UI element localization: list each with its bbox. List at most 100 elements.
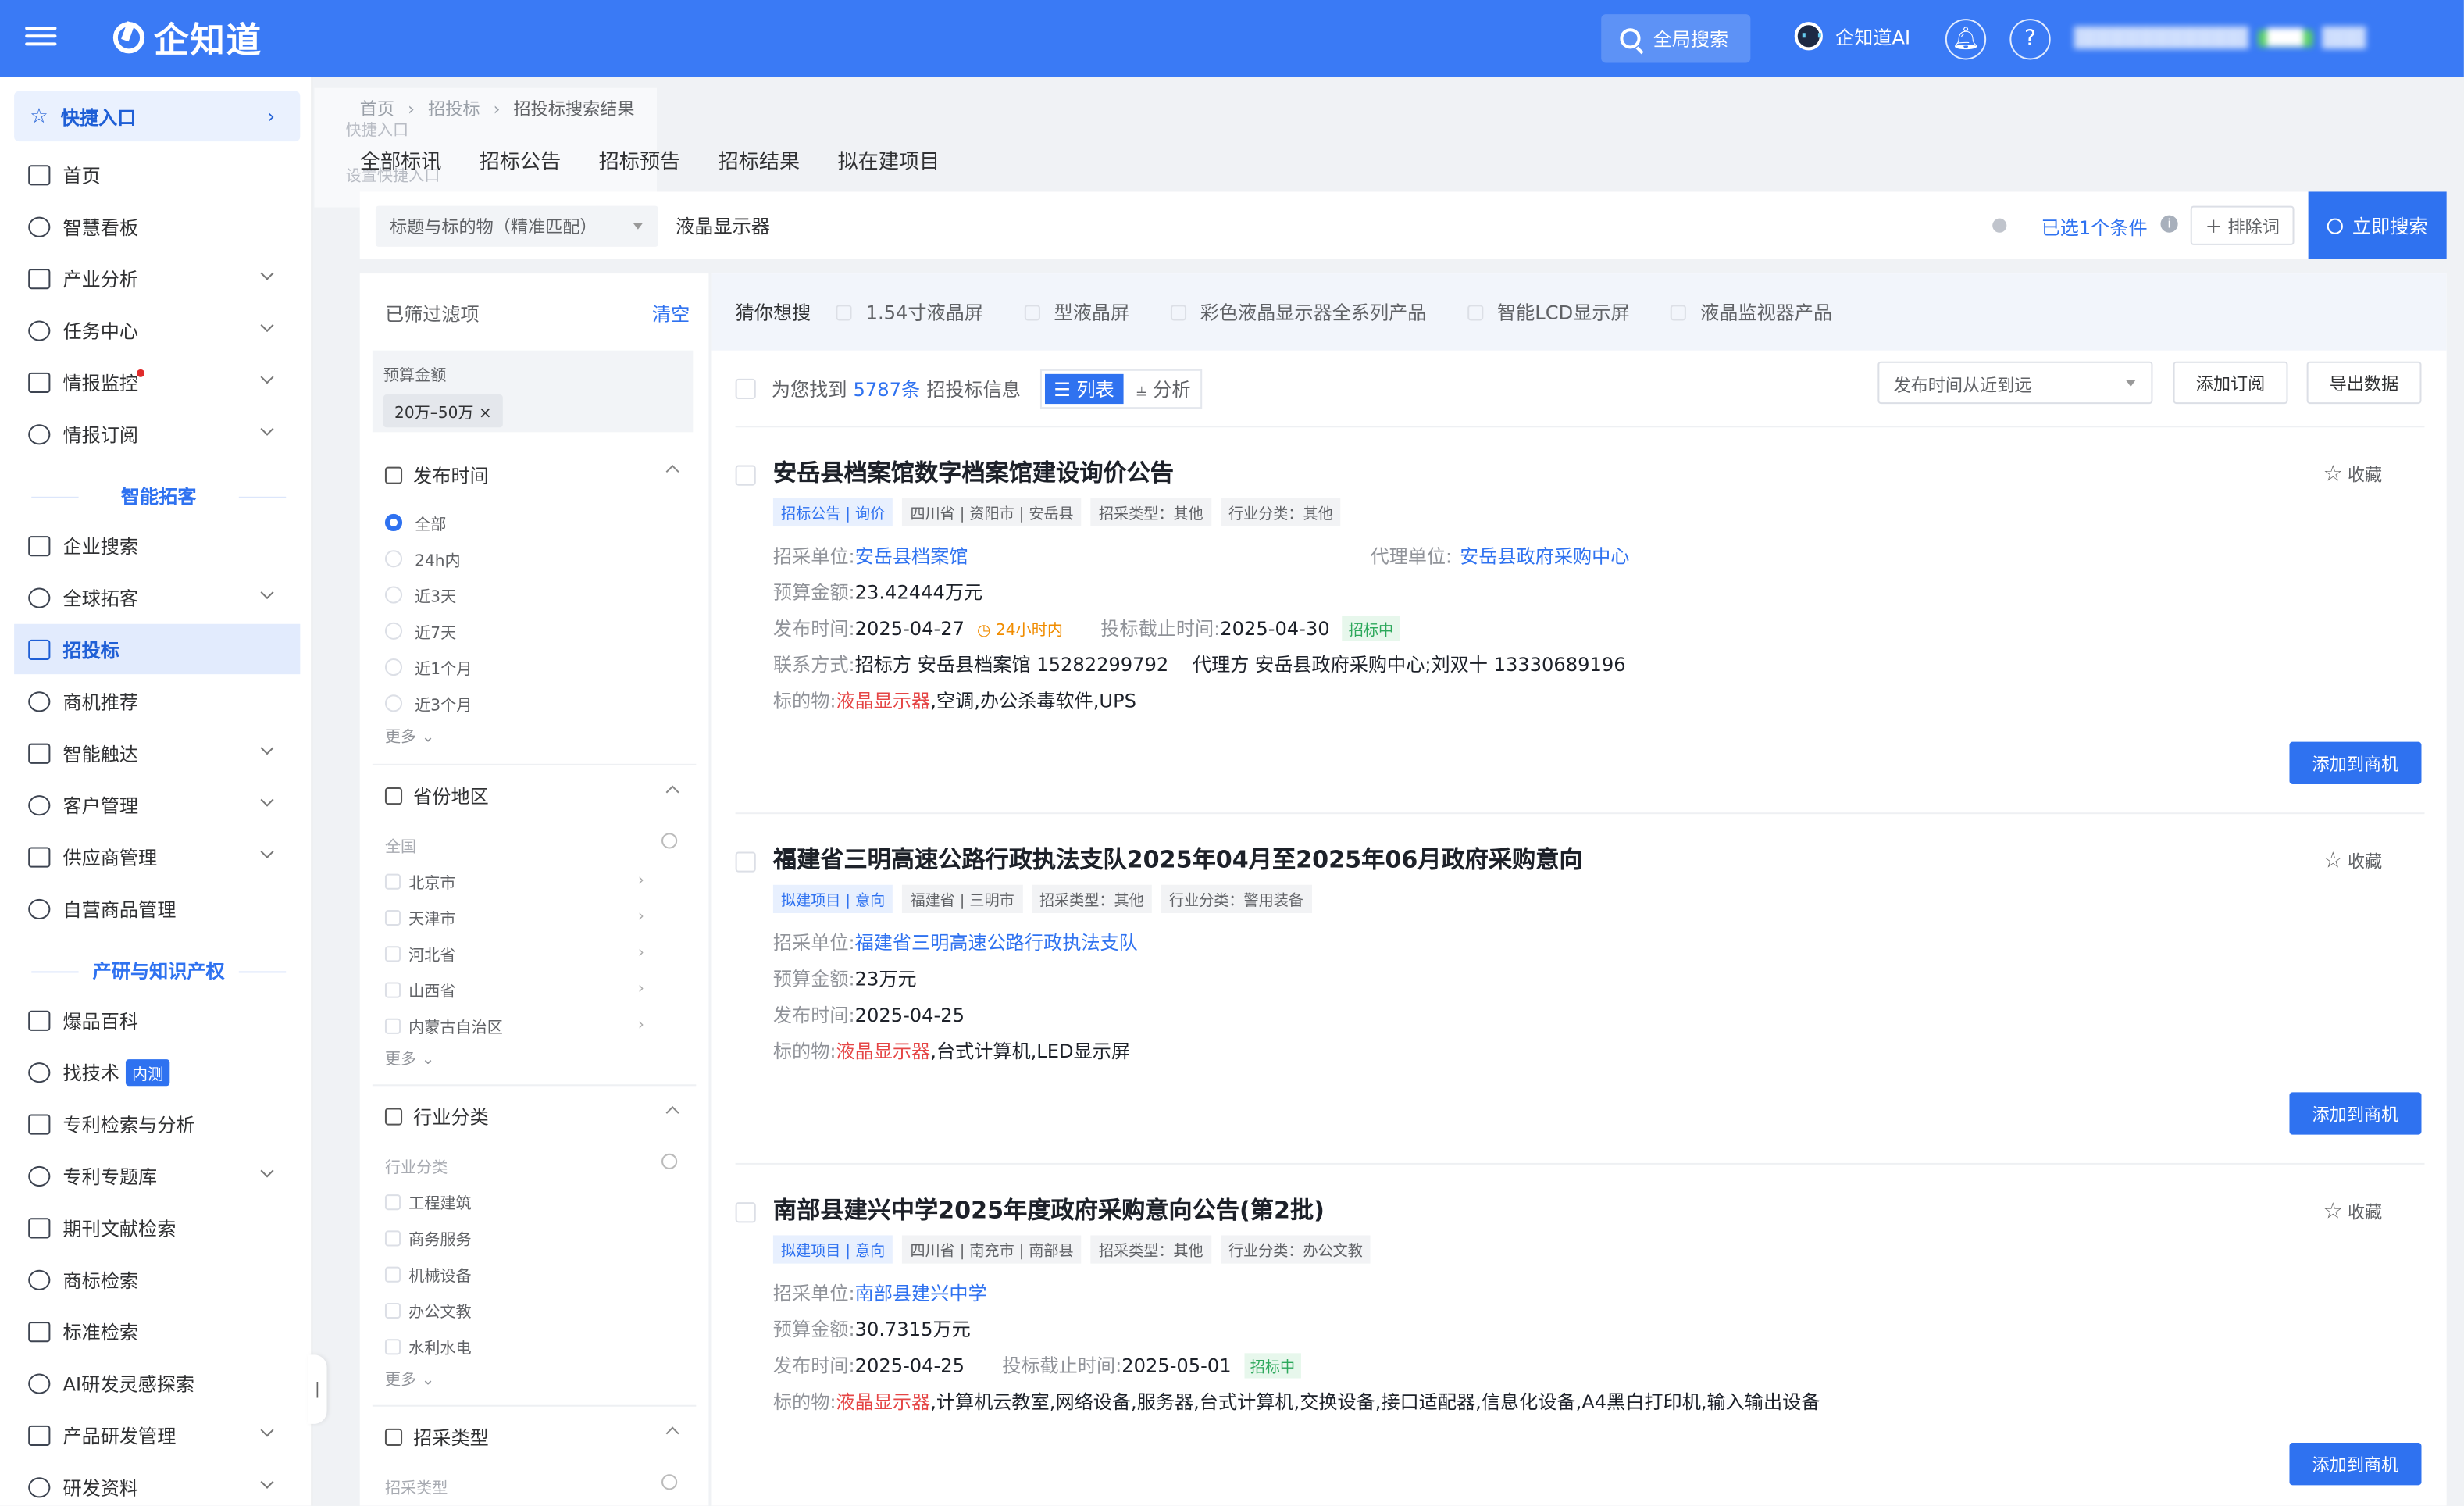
checkbox[interactable] [1670, 304, 1687, 320]
sidebar-item[interactable]: 情报订阅 [14, 409, 300, 459]
suggested-item[interactable]: 彩色液晶显示器全系列产品 [1170, 298, 1426, 325]
quick-entry-button[interactable]: ☆ 快捷入口 › [14, 91, 301, 142]
sidebar-collapse-handle[interactable]: | [308, 1354, 327, 1424]
tab-planned-project[interactable]: 拟在建项目 [838, 145, 940, 176]
result-title[interactable]: 安岳县档案馆数字档案馆建设询价公告 [773, 455, 1174, 488]
checkbox[interactable] [384, 873, 401, 889]
checkbox[interactable] [1170, 304, 1186, 320]
procurement-unit-link[interactable]: 南部县建兴中学 [855, 1279, 987, 1306]
exclude-words-button[interactable]: ＋ 排除词 [2190, 205, 2295, 245]
result-checkbox[interactable] [735, 851, 756, 873]
sidebar-item[interactable]: 专利专题库 [14, 1151, 300, 1201]
publish-option[interactable]: 近1个月 [384, 655, 683, 679]
checkbox[interactable] [384, 945, 401, 962]
industry-option[interactable]: 办公文教 [384, 1298, 683, 1322]
suggested-item[interactable]: 智能LCD显示屏 [1467, 298, 1630, 325]
add-to-opportunity-button[interactable]: 添加到商机 [2289, 1092, 2422, 1135]
checkbox[interactable] [384, 1194, 401, 1210]
sidebar-item[interactable]: 产品研发管理 [14, 1410, 300, 1460]
industry-option[interactable]: 商务服务 [384, 1226, 683, 1250]
radio-button[interactable] [384, 550, 403, 568]
sidebar-item[interactable]: 智能触达 [14, 728, 300, 778]
sort-select[interactable]: 发布时间从近到远 [1877, 361, 2153, 405]
publish-option[interactable]: 近3个月 [384, 691, 683, 715]
procurement-unit-link[interactable]: 福建省三明高速公路行政执法支队 [855, 929, 1138, 955]
filter-clear-button[interactable]: 清空 [652, 300, 690, 327]
suggested-item[interactable]: 液晶监视器产品 [1670, 298, 1832, 325]
purchase-type-search[interactable]: 招采类型 [385, 1474, 683, 1497]
publish-option[interactable]: 全部 [384, 511, 683, 534]
tab-preview[interactable]: 招标预告 [599, 145, 681, 176]
publish-option[interactable]: 24h内 [384, 547, 683, 570]
breadcrumb-home[interactable]: 首页 [360, 99, 394, 120]
tab-result[interactable]: 招标结果 [719, 145, 801, 176]
region-option[interactable]: 河北省 › [384, 941, 683, 965]
sidebar-item[interactable]: 智慧看板 [14, 202, 300, 252]
analysis-view-button[interactable]: ⫨ 分析 [1127, 370, 1200, 406]
publish-option[interactable]: 近3天 [384, 583, 683, 607]
list-view-button[interactable]: ☰ 列表 [1044, 373, 1124, 404]
sidebar-item[interactable]: 专利检索与分析 [14, 1098, 300, 1148]
procurement-unit-link[interactable]: 安岳县档案馆 [855, 542, 968, 569]
help-icon[interactable]: ? [2009, 19, 2051, 60]
result-title[interactable]: 福建省三明高速公路行政执法支队2025年04月至2025年06月政府采购意向 [773, 842, 1583, 875]
sidebar-item[interactable]: AI研发灵感探索 [14, 1358, 300, 1408]
region-option[interactable]: 内蒙古自治区 › [384, 1014, 683, 1037]
show-more-link[interactable]: 更多 ⌄ [385, 723, 435, 747]
industry-section[interactable]: 行业分类 [384, 1103, 683, 1130]
region-option[interactable]: 天津市 › [384, 905, 683, 929]
logo[interactable]: 企知道 [112, 16, 262, 61]
sidebar-item[interactable]: 首页 [14, 149, 300, 199]
radio-button[interactable] [384, 586, 403, 604]
sidebar-item[interactable]: 爆品百科 [14, 995, 300, 1045]
checkbox[interactable] [384, 1017, 401, 1033]
selected-conditions-link[interactable]: 已选1个条件 [2041, 214, 2148, 241]
sidebar-item[interactable]: 客户管理 [14, 780, 300, 830]
ai-assistant-button[interactable]: 企知道AI [1794, 22, 1910, 51]
region-section[interactable]: 省份地区 [384, 783, 683, 809]
sidebar-item[interactable]: 情报监控 [14, 357, 300, 407]
radio-button[interactable] [384, 513, 403, 532]
sidebar-item[interactable]: 供应商管理 [14, 831, 300, 881]
sidebar-item[interactable]: 期刊文献检索 [14, 1202, 300, 1252]
tab-announcement[interactable]: 招标公告 [480, 145, 562, 176]
sidebar-item[interactable]: 企业搜索 [14, 520, 300, 570]
checkbox[interactable] [384, 908, 401, 926]
favorite-button[interactable]: ☆ 收藏 [2323, 462, 2383, 487]
checkbox[interactable] [384, 1265, 401, 1282]
checkbox[interactable] [384, 1301, 401, 1319]
checkbox[interactable] [384, 1338, 401, 1354]
industry-option[interactable]: 工程建筑 [384, 1190, 683, 1213]
add-to-opportunity-button[interactable]: 添加到商机 [2289, 741, 2422, 784]
notification-bell-icon[interactable]: 🔔︎ [1945, 19, 1987, 60]
industry-option[interactable]: 水利水电 [384, 1334, 683, 1358]
publish-time-section[interactable]: 发布时间 [384, 462, 683, 489]
sidebar-item[interactable]: 商标检索 [14, 1254, 300, 1304]
publish-option[interactable]: 近7天 [384, 619, 683, 643]
show-more-link[interactable]: 更多 ⌄ [385, 1365, 435, 1389]
result-checkbox[interactable] [735, 465, 756, 486]
breadcrumb-section[interactable]: 招投标 [428, 99, 480, 120]
industry-search[interactable]: 行业分类 [385, 1153, 683, 1177]
radio-button[interactable] [384, 658, 403, 676]
clear-input-icon[interactable] [1992, 218, 2007, 233]
favorite-button[interactable]: ☆ 收藏 [2323, 848, 2383, 873]
favorite-button[interactable]: ☆ 收藏 [2323, 1199, 2383, 1224]
budget-filter-chip[interactable]: 20万–50万 × [383, 394, 503, 428]
search-submit-button[interactable]: 立即搜索 [2308, 191, 2447, 259]
sidebar-item[interactable]: 标准检索 [14, 1306, 300, 1356]
purchase-type-section[interactable]: 招采类型 [384, 1424, 683, 1451]
sidebar-item[interactable]: 全球拓客 [14, 572, 300, 622]
user-account-menu[interactable]: ████████████ ███ ███ [2074, 25, 2366, 50]
radio-button[interactable] [384, 622, 403, 640]
sidebar-item[interactable]: 自营商品管理 [14, 883, 300, 933]
checkbox[interactable] [384, 981, 401, 997]
checkbox[interactable] [384, 1229, 401, 1246]
export-data-button[interactable]: 导出数据 [2306, 361, 2422, 405]
agent-unit-link[interactable]: 安岳县政府采购中心 [1460, 542, 1629, 569]
tab-all[interactable]: 全部标讯 [360, 145, 442, 176]
add-to-opportunity-button[interactable]: 添加到商机 [2289, 1443, 2422, 1486]
search-field-select[interactable]: 标题与标的物（精准匹配） [375, 205, 659, 247]
checkbox[interactable] [1024, 304, 1040, 320]
show-more-link[interactable]: 更多 ⌄ [385, 1045, 435, 1069]
